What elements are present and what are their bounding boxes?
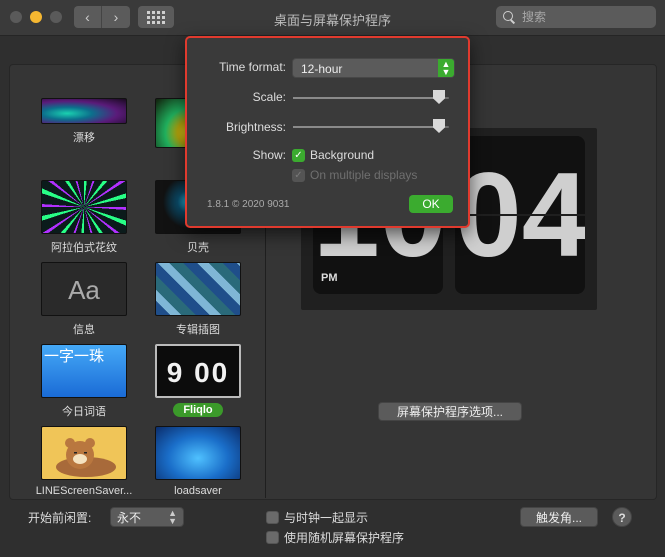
screensaver-item-arabesque[interactable]: 阿拉伯式花纹 (29, 180, 139, 255)
slider-fill (293, 126, 439, 128)
screensaver-item-drift[interactable]: 漂移 (29, 98, 139, 145)
period-label: PM (321, 272, 338, 284)
thumbnail: 一字一珠 (41, 344, 127, 398)
checkbox-icon (266, 511, 279, 524)
screensaver-label: 专辑插图 (176, 324, 220, 336)
hot-corners-button[interactable]: 触发角... (520, 507, 598, 527)
search-input[interactable] (522, 10, 642, 24)
idle-label: 开始前闲置: (28, 511, 92, 525)
thumbnail (41, 426, 127, 480)
brightness-label: Brightness: (225, 120, 286, 134)
bear-illustration (56, 438, 116, 477)
checkbox-label: 使用随机屏幕保护程序 (284, 531, 405, 545)
thumbnail: Aa (41, 262, 127, 316)
checkbox-label: Background (310, 148, 375, 162)
screensaver-item-album-artwork[interactable]: 专辑插图 (143, 262, 253, 337)
time-format-label: Time format: (219, 60, 286, 74)
time-format-value: 12-hour (301, 62, 343, 76)
thumbnail (41, 180, 127, 234)
brightness-slider[interactable] (293, 119, 449, 133)
screensaver-item-word-of-the-day[interactable]: 一字一珠 今日词语 (29, 344, 139, 419)
fliqlo-options-dialog: Time format: 12-hour ▲ ▼ Scale: Brightnes… (185, 36, 470, 228)
screensaver-label: 信息 (73, 324, 95, 336)
screensaver-label: LINEScreenSaver... (35, 485, 133, 497)
screensaver-item-line[interactable]: LINEScreenSaver... (29, 426, 139, 497)
idle-value: 永不 (117, 511, 142, 525)
updown-arrows-icon: ▲ ▼ (438, 59, 454, 77)
thumbnail (155, 426, 241, 480)
checkbox-label: On multiple displays (310, 168, 418, 182)
checkbox-icon (266, 531, 279, 544)
checkbox-label: 与时钟一起显示 (284, 511, 369, 525)
checkmark-icon: ✓ (292, 168, 305, 182)
thumbnail (155, 262, 241, 316)
screensaver-options-button[interactable]: 屏幕保护程序选项... (378, 402, 522, 421)
search-field[interactable] (496, 6, 656, 28)
show-label: Show: (252, 148, 286, 162)
screensaver-label: 阿拉伯式花纹 (51, 242, 117, 254)
slider-fill (293, 97, 439, 99)
show-with-clock-checkbox[interactable]: 与时钟一起显示 (266, 509, 368, 526)
checkmark-icon: ✓ (292, 148, 305, 162)
thumbnail (41, 98, 127, 124)
screensaver-item-fliqlo[interactable]: 9 00 Fliqlo (143, 344, 253, 417)
version-text: 1.8.1 © 2020 9031 (207, 199, 290, 210)
time-format-select[interactable]: 12-hour ▲ ▼ (292, 58, 455, 78)
help-button[interactable]: ? (612, 507, 632, 527)
screensaver-label: 漂移 (73, 132, 95, 144)
brightness-row: Brightness: (187, 118, 472, 138)
search-icon (502, 10, 516, 24)
screensaver-label-selected: Fliqlo (173, 403, 223, 417)
screensaver-item-message[interactable]: Aa 信息 (29, 262, 139, 337)
screensaver-label: loadsaver (174, 485, 222, 497)
scale-slider[interactable] (293, 90, 449, 104)
multiple-displays-checkbox: ✓ On multiple displays (292, 168, 417, 182)
thumbnail: 9 00 (155, 344, 241, 398)
scale-label: Scale: (252, 90, 286, 104)
title-bar: ‹ › 桌面与屏幕保护程序 (0, 0, 665, 36)
updown-arrows-icon: ▲ ▼ (168, 508, 177, 526)
random-screensaver-checkbox[interactable]: 使用随机屏幕保护程序 (266, 529, 404, 546)
screensaver-item-loadsaver[interactable]: loadsaver (143, 426, 253, 497)
screensaver-label: 贝壳 (187, 242, 209, 254)
background-checkbox[interactable]: ✓ Background (292, 148, 374, 162)
idle-time-select[interactable]: 永不 ▲ ▼ (110, 507, 184, 527)
minute-card: 04 (455, 136, 585, 294)
screensaver-label: 今日词语 (62, 406, 106, 418)
ok-button[interactable]: OK (409, 195, 453, 213)
